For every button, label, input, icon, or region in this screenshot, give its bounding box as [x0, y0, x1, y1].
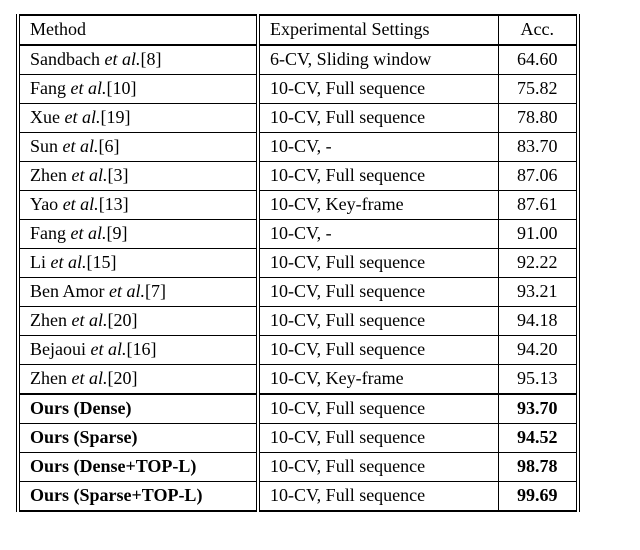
etal: et al. [104, 49, 140, 69]
settings-cell: 10-CV, Full sequence [258, 75, 498, 104]
author: Yao [30, 194, 63, 214]
acc-cell: 93.21 [498, 278, 578, 307]
header-method: Method [18, 15, 258, 45]
ref: [10] [107, 78, 137, 98]
author: Zhen [30, 310, 71, 330]
ours-method-cell: Ours (Sparse+TOP-L) [18, 482, 258, 512]
etal: et al. [71, 310, 107, 330]
settings-cell: 10-CV, - [258, 133, 498, 162]
etal: et al. [65, 107, 101, 127]
ours-settings-cell: 10-CV, Full sequence [258, 424, 498, 453]
acc-cell: 92.22 [498, 249, 578, 278]
header-settings: Experimental Settings [258, 15, 498, 45]
ours-method-cell: Ours (Dense+TOP-L) [18, 453, 258, 482]
settings-cell: 10-CV, Full sequence [258, 162, 498, 191]
etal: et al. [109, 281, 145, 301]
settings-cell: 10-CV, Full sequence [258, 104, 498, 133]
acc-cell: 94.18 [498, 307, 578, 336]
ours-method-cell: Ours (Dense) [18, 394, 258, 424]
method-cell: Fang et al.[10] [18, 75, 258, 104]
ours-acc-cell: 99.69 [498, 482, 578, 512]
ours-settings-cell: 10-CV, Full sequence [258, 453, 498, 482]
acc-cell: 87.06 [498, 162, 578, 191]
ours-acc-cell: 93.70 [498, 394, 578, 424]
method-cell: Fang et al.[9] [18, 220, 258, 249]
settings-cell: 10-CV, - [258, 220, 498, 249]
settings-cell: 6-CV, Sliding window [258, 45, 498, 75]
ours-acc-cell: 94.52 [498, 424, 578, 453]
ref: [9] [107, 223, 128, 243]
acc-cell: 87.61 [498, 191, 578, 220]
author: Bejaoui [30, 339, 91, 359]
author: Xue [30, 107, 65, 127]
method-cell: Sandbach et al.[8] [18, 45, 258, 75]
ref: [16] [127, 339, 157, 359]
method-cell: Zhen et al.[3] [18, 162, 258, 191]
author: Zhen [30, 165, 71, 185]
ref: [7] [145, 281, 166, 301]
acc-cell: 91.00 [498, 220, 578, 249]
settings-cell: 10-CV, Key-frame [258, 191, 498, 220]
settings-cell: 10-CV, Full sequence [258, 307, 498, 336]
acc-cell: 83.70 [498, 133, 578, 162]
header-acc: Acc. [498, 15, 578, 45]
acc-cell: 64.60 [498, 45, 578, 75]
etal: et al. [71, 368, 107, 388]
settings-cell: 10-CV, Key-frame [258, 365, 498, 395]
author: Zhen [30, 368, 71, 388]
settings-cell: 10-CV, Full sequence [258, 336, 498, 365]
ours-method-cell: Ours (Sparse) [18, 424, 258, 453]
ref: [15] [87, 252, 117, 272]
acc-cell: 78.80 [498, 104, 578, 133]
author: Sun [30, 136, 63, 156]
ref: [6] [99, 136, 120, 156]
method-cell: Li et al.[15] [18, 249, 258, 278]
etal: et al. [71, 78, 107, 98]
ref: [13] [99, 194, 129, 214]
ref: [20] [107, 368, 137, 388]
method-cell: Xue et al.[19] [18, 104, 258, 133]
etal: et al. [63, 194, 99, 214]
etal: et al. [63, 136, 99, 156]
etal: et al. [91, 339, 127, 359]
acc-cell: 95.13 [498, 365, 578, 395]
settings-cell: 10-CV, Full sequence [258, 278, 498, 307]
ref: [8] [140, 49, 161, 69]
method-cell: Zhen et al.[20] [18, 307, 258, 336]
ref: [3] [107, 165, 128, 185]
ref: [20] [107, 310, 137, 330]
acc-cell: 94.20 [498, 336, 578, 365]
author: Sandbach [30, 49, 104, 69]
method-cell: Yao et al.[13] [18, 191, 258, 220]
ours-settings-cell: 10-CV, Full sequence [258, 482, 498, 512]
etal: et al. [71, 223, 107, 243]
author: Ben Amor [30, 281, 109, 301]
method-cell: Zhen et al.[20] [18, 365, 258, 395]
etal: et al. [71, 165, 107, 185]
author: Fang [30, 78, 71, 98]
method-cell: Ben Amor et al.[7] [18, 278, 258, 307]
etal: et al. [51, 252, 87, 272]
ours-acc-cell: 98.78 [498, 453, 578, 482]
method-cell: Bejaoui et al.[16] [18, 336, 258, 365]
results-table: MethodExperimental SettingsAcc. Sandbach … [16, 14, 580, 512]
author: Li [30, 252, 51, 272]
acc-cell: 75.82 [498, 75, 578, 104]
ours-settings-cell: 10-CV, Full sequence [258, 394, 498, 424]
ref: [19] [101, 107, 131, 127]
settings-cell: 10-CV, Full sequence [258, 249, 498, 278]
method-cell: Sun et al.[6] [18, 133, 258, 162]
author: Fang [30, 223, 71, 243]
